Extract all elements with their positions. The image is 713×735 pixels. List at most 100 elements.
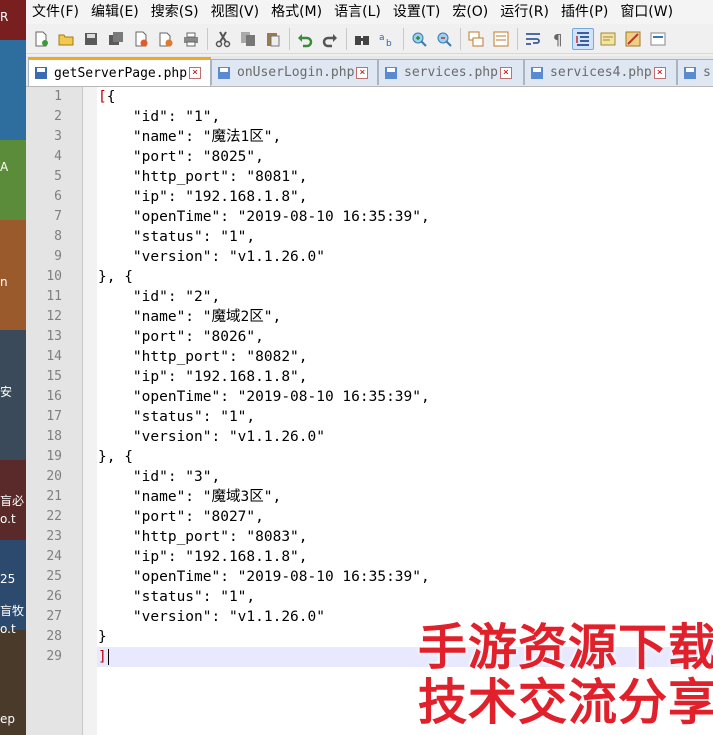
line-number: 28 xyxy=(46,629,62,644)
code-line: }, { xyxy=(98,269,133,285)
paste-icon[interactable] xyxy=(262,28,284,50)
line-number: 15 xyxy=(46,369,62,384)
toolbar-separator xyxy=(517,27,518,50)
file-saved-icon xyxy=(218,66,230,79)
code-line: "port": "8027", xyxy=(98,509,264,525)
code-line: "port": "8026", xyxy=(98,329,264,345)
replace-icon[interactable]: ab xyxy=(376,28,398,50)
desktop-background-strip: R A n 安 盲必 o.t 25 盲牧 o.t ep xyxy=(0,0,26,735)
line-number: 10 xyxy=(46,269,62,284)
line-number: 16 xyxy=(46,389,62,404)
code-line: "name": "魔域2区", xyxy=(98,309,282,325)
indent-guide-icon[interactable] xyxy=(572,27,594,50)
toolbar-separator xyxy=(403,27,404,50)
close-all-icon[interactable] xyxy=(155,28,177,50)
code-line: "http_port": "8082", xyxy=(98,349,308,365)
code-line: "status": "1", xyxy=(98,589,256,605)
close-icon[interactable]: × xyxy=(653,66,666,79)
code-line: "id": "1", xyxy=(98,109,221,125)
watermark: 手游资源下载 技术交流分享 xyxy=(410,600,713,735)
desktop-text: R xyxy=(0,10,9,24)
watermark-line2: 技术交流分享 xyxy=(418,674,713,731)
line-number: 17 xyxy=(46,409,62,424)
close-icon[interactable]: × xyxy=(499,66,512,79)
file-saved-icon xyxy=(531,66,543,79)
menu-search[interactable]: 搜索(S) xyxy=(145,0,205,24)
line-number: 12 xyxy=(46,309,62,324)
menu-view[interactable]: 视图(V) xyxy=(205,0,266,24)
line-number: 22 xyxy=(46,509,62,524)
cut-icon[interactable] xyxy=(212,28,234,50)
line-number: 3 xyxy=(54,129,62,144)
line-number-gutter: 1 2 3 4 5 6 7 8 9 10 11 12 13 14 15 16 17 18 19 20 21 22 23 24 2… xyxy=(26,87,83,735)
sync-vertical-icon[interactable] xyxy=(465,28,487,50)
save-icon[interactable] xyxy=(80,28,102,50)
print-icon[interactable] xyxy=(180,28,202,50)
bracket-token: [ xyxy=(98,89,107,105)
desktop-text: ep xyxy=(0,712,15,726)
tab-label: services4.php xyxy=(550,65,652,80)
tab-onuserlogin[interactable]: onUserLogin.php × xyxy=(211,59,378,85)
close-icon[interactable]: × xyxy=(356,66,369,79)
find-icon[interactable] xyxy=(351,28,373,50)
menu-language[interactable]: 语言(L) xyxy=(328,0,387,24)
fold-margin xyxy=(83,87,97,735)
svg-text:a: a xyxy=(379,33,385,43)
desktop-text: 25 xyxy=(0,572,16,586)
code-line: "name": "魔法1区", xyxy=(98,129,282,145)
tab-truncated[interactable]: s xyxy=(677,59,713,85)
toolbar-separator xyxy=(460,27,461,50)
code-line: }, { xyxy=(98,449,133,465)
line-number: 20 xyxy=(46,469,62,484)
folder-workspace-icon[interactable] xyxy=(647,28,669,50)
line-number: 19 xyxy=(46,449,62,464)
function-list-icon[interactable] xyxy=(622,28,644,50)
code-line: "http_port": "8083", xyxy=(98,529,308,545)
line-number: 11 xyxy=(46,289,62,304)
desktop-text: 盲必 xyxy=(0,494,25,508)
line-number: 9 xyxy=(54,249,62,264)
menu-settings[interactable]: 设置(T) xyxy=(387,0,446,24)
tab-getserverpage[interactable]: getServerPage.php × xyxy=(28,57,211,86)
tab-label: getServerPage.php xyxy=(54,65,188,81)
desktop-text: 盲牧 xyxy=(0,604,25,618)
menu-macro[interactable]: 宏(O) xyxy=(446,0,494,24)
close-icon[interactable] xyxy=(130,28,152,50)
notepad-plus-plus-window: 文件(F) 编辑(E) 搜索(S) 视图(V) 格式(M) 语言(L) 设置(T… xyxy=(26,0,713,735)
code-line: "id": "2", xyxy=(98,289,221,305)
line-number: 7 xyxy=(54,209,62,224)
zoom-in-icon[interactable] xyxy=(408,28,430,50)
code-line: "status": "1", xyxy=(98,409,256,425)
line-number: 27 xyxy=(46,609,62,624)
save-all-icon[interactable] xyxy=(105,28,127,50)
show-all-chars-icon[interactable]: ¶ xyxy=(547,28,569,50)
code-line: } xyxy=(98,629,107,645)
copy-icon[interactable] xyxy=(237,28,259,50)
menu-format[interactable]: 格式(M) xyxy=(265,0,328,24)
menu-edit[interactable]: 编辑(E) xyxy=(85,0,145,24)
line-number: 26 xyxy=(46,589,62,604)
menu-window[interactable]: 窗口(W) xyxy=(614,0,679,24)
toolbar-separator xyxy=(346,27,347,50)
tab-label: s xyxy=(703,65,711,80)
code-line: "openTime": "2019-08-10 16:35:39", xyxy=(98,569,430,585)
line-number: 14 xyxy=(46,349,62,364)
word-wrap-icon[interactable] xyxy=(522,28,544,50)
tab-services[interactable]: services.php × xyxy=(378,59,524,85)
doc-map-icon[interactable] xyxy=(597,28,619,50)
menu-run[interactable]: 运行(R) xyxy=(494,0,555,24)
tab-services4[interactable]: services4.php × xyxy=(524,59,677,85)
redo-icon[interactable] xyxy=(319,28,341,50)
sync-horizontal-icon[interactable] xyxy=(490,28,512,50)
close-icon[interactable]: × xyxy=(189,67,202,79)
undo-icon[interactable] xyxy=(294,28,316,50)
desktop-text: A xyxy=(0,160,9,174)
tab-label: services.php xyxy=(404,65,498,80)
menu-file[interactable]: 文件(F) xyxy=(26,0,85,24)
zoom-out-icon[interactable] xyxy=(433,28,455,50)
new-file-icon[interactable] xyxy=(30,28,52,50)
open-file-icon[interactable] xyxy=(55,28,77,50)
file-saved-icon xyxy=(35,67,47,79)
svg-text:¶: ¶ xyxy=(553,31,563,48)
menu-plugins[interactable]: 插件(P) xyxy=(555,0,614,24)
